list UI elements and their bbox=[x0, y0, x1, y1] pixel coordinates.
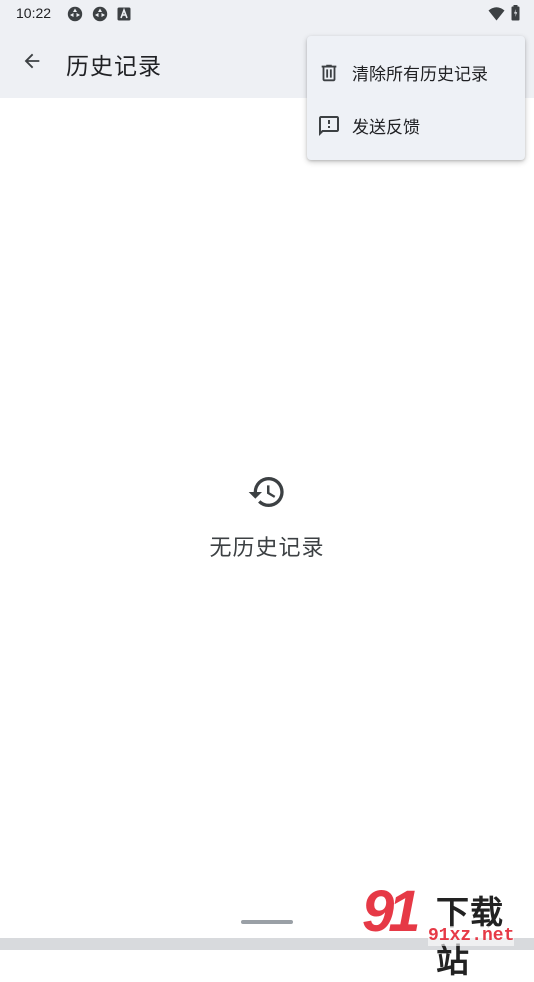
clear-all-history-menu-item[interactable]: 清除所有历史记录 bbox=[307, 46, 525, 99]
send-feedback-menu-item[interactable]: 发送反馈 bbox=[307, 99, 525, 152]
watermark-logo: 91 下载站 91xz.net bbox=[362, 879, 532, 980]
gesture-handle[interactable] bbox=[241, 920, 293, 924]
back-button[interactable] bbox=[10, 41, 54, 85]
battery-icon bbox=[511, 5, 520, 25]
trash-icon bbox=[317, 61, 341, 85]
menu-item-label: 清除所有历史记录 bbox=[352, 65, 488, 85]
overflow-menu: 清除所有历史记录 发送反馈 bbox=[307, 36, 525, 160]
empty-state-text: 无历史记录 bbox=[209, 536, 325, 561]
feedback-icon bbox=[317, 114, 341, 138]
arrow-back-icon bbox=[21, 50, 43, 76]
watermark-url: 91xz.net bbox=[428, 926, 515, 946]
sync-icon bbox=[92, 6, 108, 26]
status-bar: 10:22 bbox=[0, 0, 534, 28]
font-a-icon bbox=[117, 6, 131, 26]
status-right-icons bbox=[488, 5, 520, 25]
wifi-icon bbox=[488, 6, 505, 25]
watermark-number: 91 bbox=[362, 879, 420, 944]
sync-icon bbox=[67, 6, 83, 26]
status-left-icons bbox=[67, 6, 131, 26]
menu-item-label: 发送反馈 bbox=[352, 118, 420, 138]
page-title: 历史记录 bbox=[66, 54, 162, 80]
history-icon bbox=[247, 472, 287, 512]
status-time: 10:22 bbox=[16, 5, 52, 21]
